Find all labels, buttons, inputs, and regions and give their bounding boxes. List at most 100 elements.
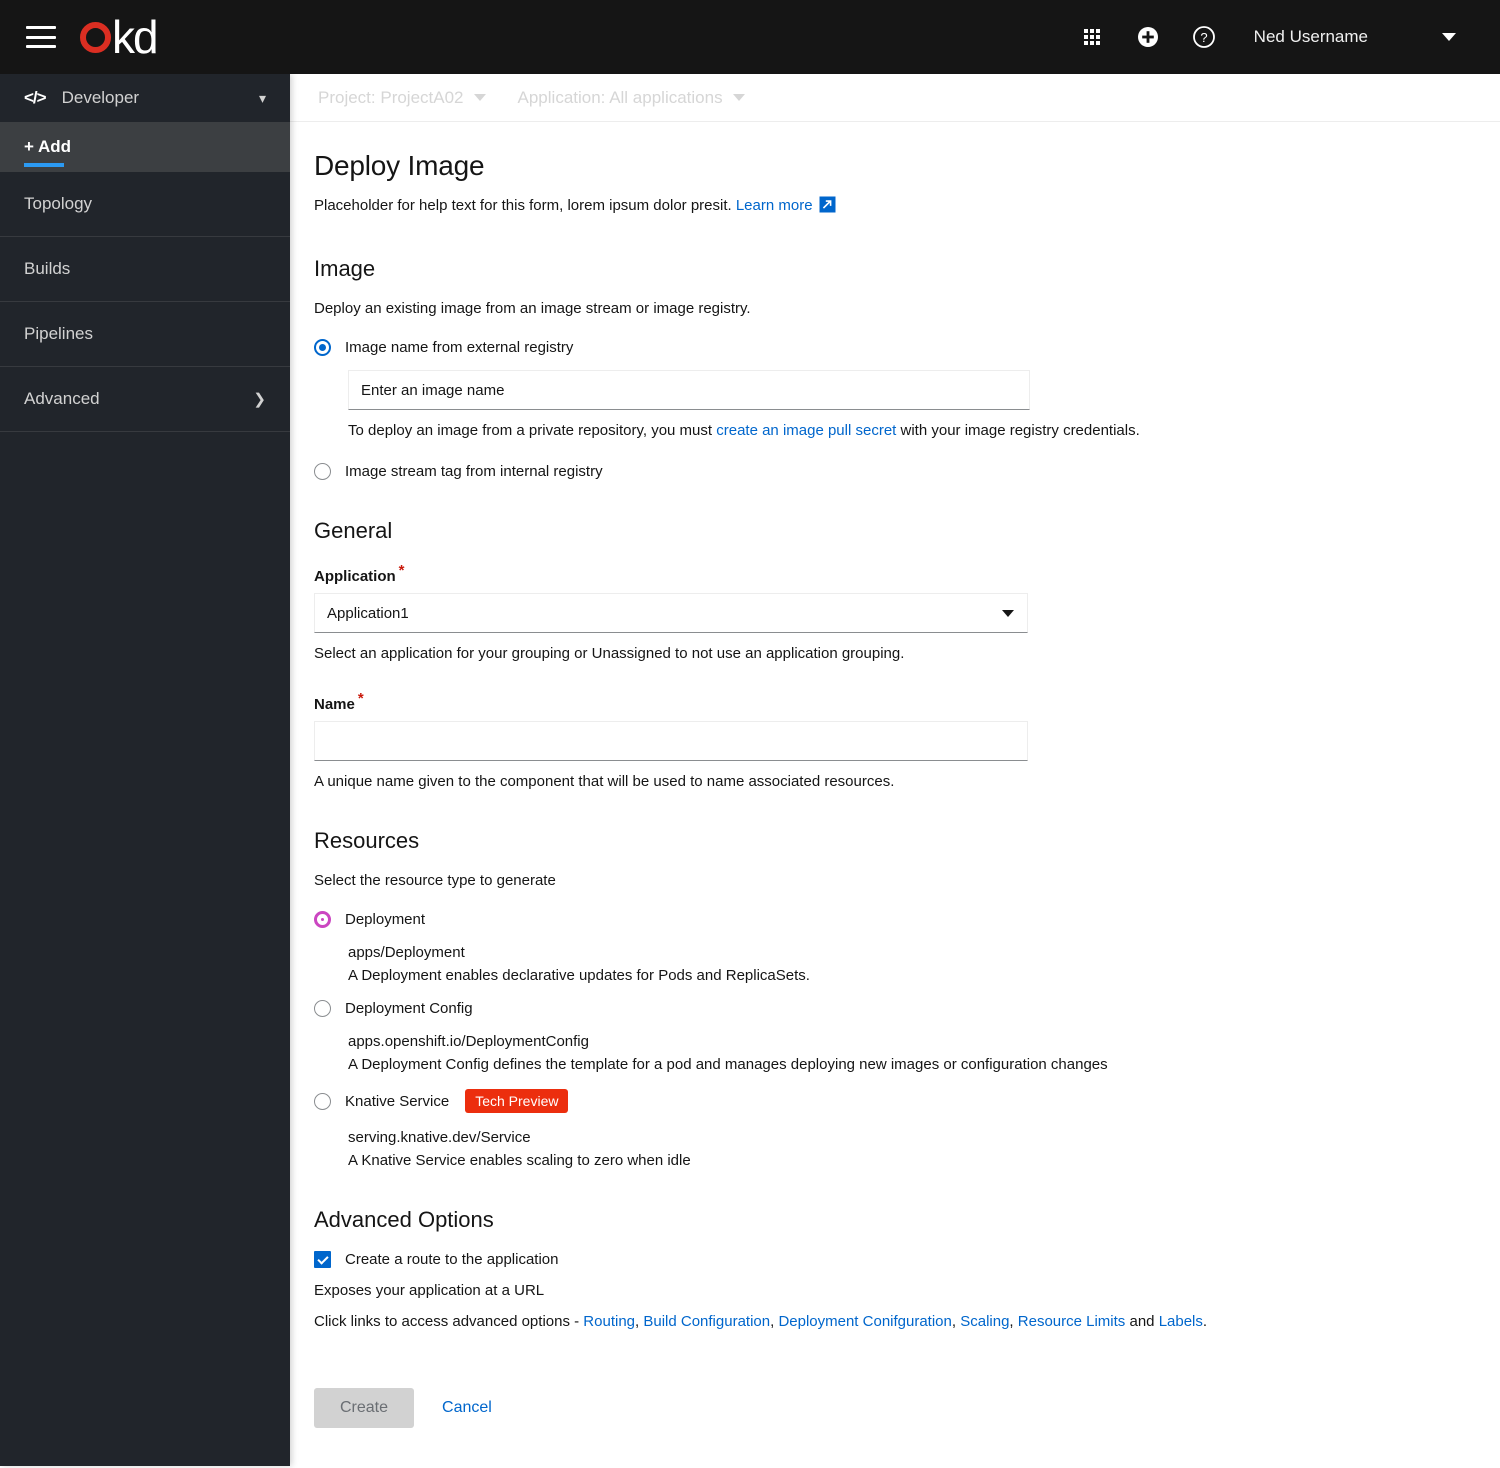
name-label: Name * (314, 690, 364, 713)
name-input[interactable] (314, 721, 1028, 761)
advanced-options-title: Advanced Options (314, 1207, 494, 1232)
cancel-button[interactable]: Cancel (436, 1398, 498, 1418)
pull-secret-help-post: with your image registry credentials. (896, 422, 1140, 439)
create-route-help: Exposes your application at a URL (314, 1282, 545, 1299)
resource-desc-deployment-config: A Deployment Config defines the template… (348, 1056, 1108, 1073)
link-labels[interactable]: Labels (1159, 1313, 1203, 1330)
advanced-options-section: Advanced Options Create a route to the a… (314, 1207, 1476, 1330)
required-marker: * (357, 690, 364, 707)
checkbox-create-route-row[interactable]: Create a route to the application (314, 1251, 1476, 1268)
sidebar-item-label: + Add (24, 137, 72, 156)
chevron-down-icon: ▾ (258, 89, 266, 106)
resource-api-deployment-config: apps.openshift.io/DeploymentConfig (348, 1033, 589, 1050)
application-selector[interactable]: Application: All applications (518, 88, 745, 108)
grid-apps-icon[interactable] (1064, 9, 1120, 65)
image-name-field-group: To deploy an image from a private reposi… (348, 370, 1476, 439)
sidebar-item-label: Pipelines (24, 324, 93, 343)
okd-logo[interactable]: kd (80, 11, 159, 63)
application-select[interactable]: Application1 (314, 593, 1028, 633)
perspective-switcher[interactable]: </> Developer ▾ (0, 74, 290, 122)
link-build-configuration[interactable]: Build Configuration (643, 1313, 770, 1330)
image-section-description: Deploy an existing image from an image s… (314, 300, 751, 317)
radio-image-stream-internal[interactable]: Image stream tag from internal registry (314, 463, 1476, 480)
application-selector-label: Application: All applications (517, 87, 723, 107)
external-link-icon[interactable] (819, 196, 836, 213)
create-image-pull-secret-link[interactable]: create an image pull secret (716, 422, 896, 439)
resource-option-deployment: Deployment apps/Deployment A Deployment … (314, 911, 1476, 984)
resources-section-description: Select the resource type to generate (314, 872, 556, 889)
logo-kd-text: kd (112, 11, 159, 63)
image-name-input[interactable] (348, 370, 1030, 410)
radio-image-external-registry[interactable]: Image name from external registry (314, 339, 1476, 356)
radio-label: Knative Service (345, 1092, 450, 1110)
resource-desc-knative-service: A Knative Service enables scaling to zer… (348, 1152, 691, 1169)
context-selector-bar: Project: ProjectA02 Application: All app… (290, 74, 1500, 122)
checkbox-label: Create a route to the application (345, 1251, 559, 1268)
pull-secret-help-pre: To deploy an image from a private reposi… (348, 422, 717, 439)
advanced-links-conjunction: and (1125, 1313, 1159, 1330)
learn-more-link[interactable]: Learn more (736, 197, 813, 214)
sidebar-item-label: Advanced (24, 389, 100, 408)
application-label-text: Application (314, 568, 396, 585)
radio-icon-selected[interactable] (314, 911, 331, 928)
application-select-value: Application1 (327, 604, 409, 622)
resource-option-knative-service: Knative Service Tech Preview serving.kna… (314, 1089, 1476, 1169)
project-selector[interactable]: Project: ProjectA02 (318, 88, 486, 108)
advanced-links-suffix: . (1202, 1313, 1208, 1330)
link-scaling[interactable]: Scaling (960, 1313, 1009, 1330)
caret-down-icon[interactable] (1002, 610, 1014, 617)
checkbox-icon-checked[interactable] (314, 1251, 331, 1268)
create-button[interactable]: Create (314, 1388, 415, 1428)
general-section: General Application * Application1 Select… (314, 518, 1476, 790)
plus-circle-icon[interactable] (1120, 9, 1176, 65)
sidebar-item-advanced[interactable]: Advanced ❯ (0, 367, 290, 432)
application-help: Select an application for your grouping … (314, 645, 905, 662)
radio-icon-selected[interactable] (314, 339, 331, 356)
question-circle-icon[interactable]: ? (1176, 9, 1232, 65)
page-help-text: Placeholder for help text for this form,… (314, 196, 1476, 214)
name-form-group: Name * A unique name given to the compone… (314, 690, 1476, 790)
link-resource-limits[interactable]: Resource Limits (1018, 1313, 1126, 1330)
caret-down-icon (732, 94, 745, 101)
pull-secret-help: To deploy an image from a private reposi… (348, 422, 1476, 439)
username-label[interactable]: Ned Username (1232, 27, 1382, 47)
radio-deployment[interactable]: Deployment (314, 911, 1476, 928)
image-section: Image Deploy an existing image from an i… (314, 256, 1476, 480)
radio-deployment-config[interactable]: Deployment Config (314, 1000, 1476, 1017)
sidebar: </> Developer ▾ + Add Topology Builds Pi… (0, 74, 290, 1466)
radio-icon-unselected[interactable] (314, 1092, 331, 1110)
sidebar-item-topology[interactable]: Topology (0, 172, 290, 237)
application-form-group: Application * Application1 Select an appl… (314, 562, 1476, 662)
radio-icon-unselected[interactable] (314, 463, 331, 480)
radio-label: Image name from external registry (345, 339, 574, 356)
resource-api-knative-service: serving.knative.dev/Service (348, 1129, 531, 1146)
sidebar-item-pipelines[interactable]: Pipelines (0, 302, 290, 367)
user-menu-caret-down-icon[interactable] (1442, 33, 1456, 41)
radio-knative-service[interactable]: Knative Service Tech Preview (314, 1089, 1476, 1113)
chevron-right-icon: ❯ (253, 391, 266, 408)
link-deployment-configuration[interactable]: Deployment Conifguration (778, 1313, 951, 1330)
radio-icon-unselected[interactable] (314, 1000, 331, 1017)
sidebar-item-add[interactable]: + Add (0, 122, 290, 172)
main-content: Project: ProjectA02 Application: All app… (290, 74, 1500, 1466)
radio-label: Deployment Config (345, 1000, 473, 1017)
resources-section-title: Resources (314, 828, 420, 853)
masthead-actions: ? Ned Username (1064, 9, 1500, 65)
radio-label: Deployment (345, 911, 426, 928)
radio-label: Image stream tag from internal registry (345, 463, 603, 480)
page-body: Deploy Image Placeholder for help text f… (290, 122, 1500, 1468)
resources-section: Resources Select the resource type to ge… (314, 828, 1476, 1169)
image-section-title: Image (314, 256, 376, 281)
caret-down-icon (473, 94, 486, 101)
sidebar-item-label: Builds (24, 259, 71, 278)
hamburger-icon[interactable] (26, 26, 56, 48)
masthead: kd ? Ned Username (0, 0, 1500, 74)
application-label: Application * (314, 562, 405, 585)
perspective-label: Developer (61, 88, 140, 107)
advanced-links-prefix: Click links to access advanced options - (314, 1313, 584, 1330)
sidebar-item-builds[interactable]: Builds (0, 237, 290, 302)
link-routing[interactable]: Routing (583, 1313, 635, 1330)
tech-preview-badge: Tech Preview (465, 1089, 569, 1113)
resource-option-deployment-config: Deployment Config apps.openshift.io/Depl… (314, 1000, 1476, 1073)
logo-o-icon (80, 21, 111, 53)
